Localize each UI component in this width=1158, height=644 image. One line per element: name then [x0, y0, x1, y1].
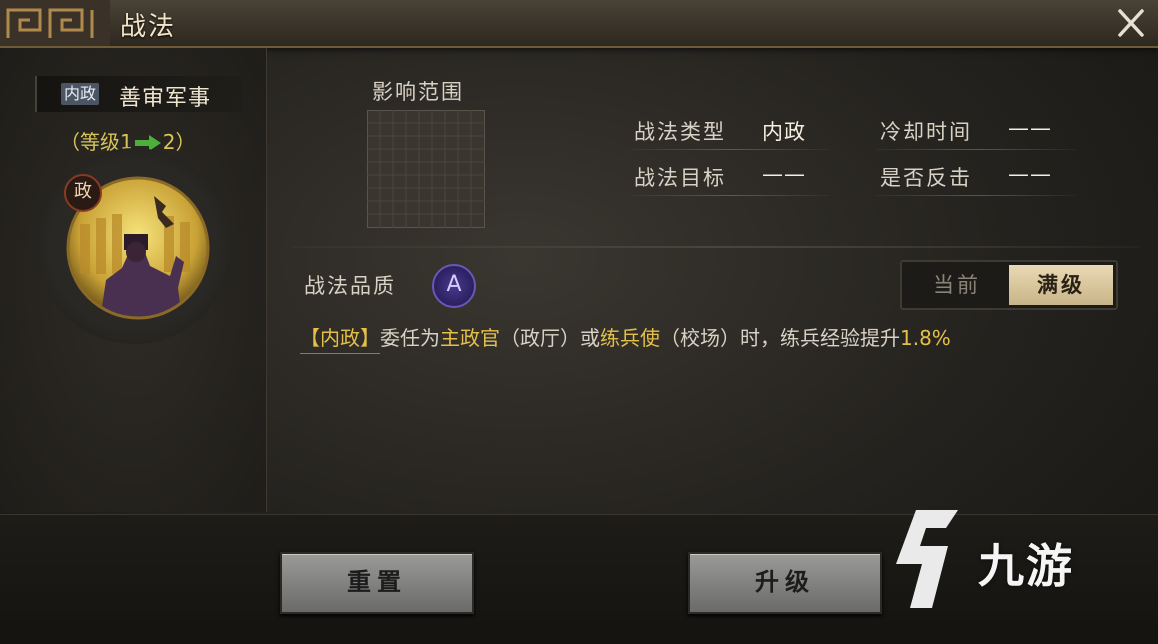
skill-name-box: 内政 善审军事: [35, 76, 243, 112]
counter-label: 是否反击: [880, 166, 972, 190]
skill-name: 善审军事: [119, 86, 212, 111]
title-ornament-icon: [0, 0, 110, 46]
skill-type-tag: 内政: [61, 83, 100, 105]
divider-line: [630, 195, 830, 196]
divider-line: [876, 195, 1076, 196]
max-level-button[interactable]: 满级: [1009, 265, 1113, 305]
watermark-text: 九游: [978, 539, 1074, 593]
cooldown-label: 冷却时间: [880, 120, 972, 144]
quality-grade-badge: A: [432, 264, 476, 308]
skill-description: 【内政】委任为主政官（政厅）或练兵使（校场）时，练兵经验提升1.8%: [300, 322, 951, 354]
upgrade-button[interactable]: 升级: [688, 552, 882, 614]
range-label: 影响范围: [372, 80, 464, 104]
cooldown-value: ——: [1008, 116, 1052, 140]
description-text: 委任为: [380, 326, 440, 350]
skill-type-label: 战法类型: [634, 120, 726, 144]
description-highlight: 练兵使: [600, 326, 660, 350]
divider-line: [630, 149, 830, 150]
reset-button[interactable]: 重置: [280, 552, 474, 614]
description-text: （政厅）或: [500, 326, 600, 350]
skill-panel: 战法 内政 善审军事 （等级1 2） 政 影响范围 战法类型 内政 冷却时间 —…: [0, 0, 1158, 644]
close-icon[interactable]: [1112, 6, 1150, 40]
current-level-button[interactable]: 当前: [905, 265, 1009, 305]
description-highlight: 主政官: [440, 326, 500, 350]
skill-target-label: 战法目标: [634, 166, 726, 190]
politics-badge: 政: [64, 174, 102, 212]
description-text: （校场）时，练兵经验提升: [660, 326, 900, 350]
page-title: 战法: [120, 12, 177, 42]
divider-line: [876, 149, 1076, 150]
title-bar: 战法: [0, 0, 1158, 48]
skill-target-value: ——: [762, 162, 806, 186]
quality-label: 战法品质: [304, 274, 396, 298]
level-to: 2）: [162, 130, 196, 154]
level-toggle: 当前 满级: [900, 260, 1118, 310]
range-grid: [367, 110, 485, 228]
description-tag: 【内政】: [300, 322, 380, 354]
skill-type-value: 内政: [762, 120, 806, 144]
description-value: 1.8%: [900, 326, 951, 350]
section-divider: [292, 246, 1140, 248]
counter-value: ——: [1008, 162, 1052, 186]
